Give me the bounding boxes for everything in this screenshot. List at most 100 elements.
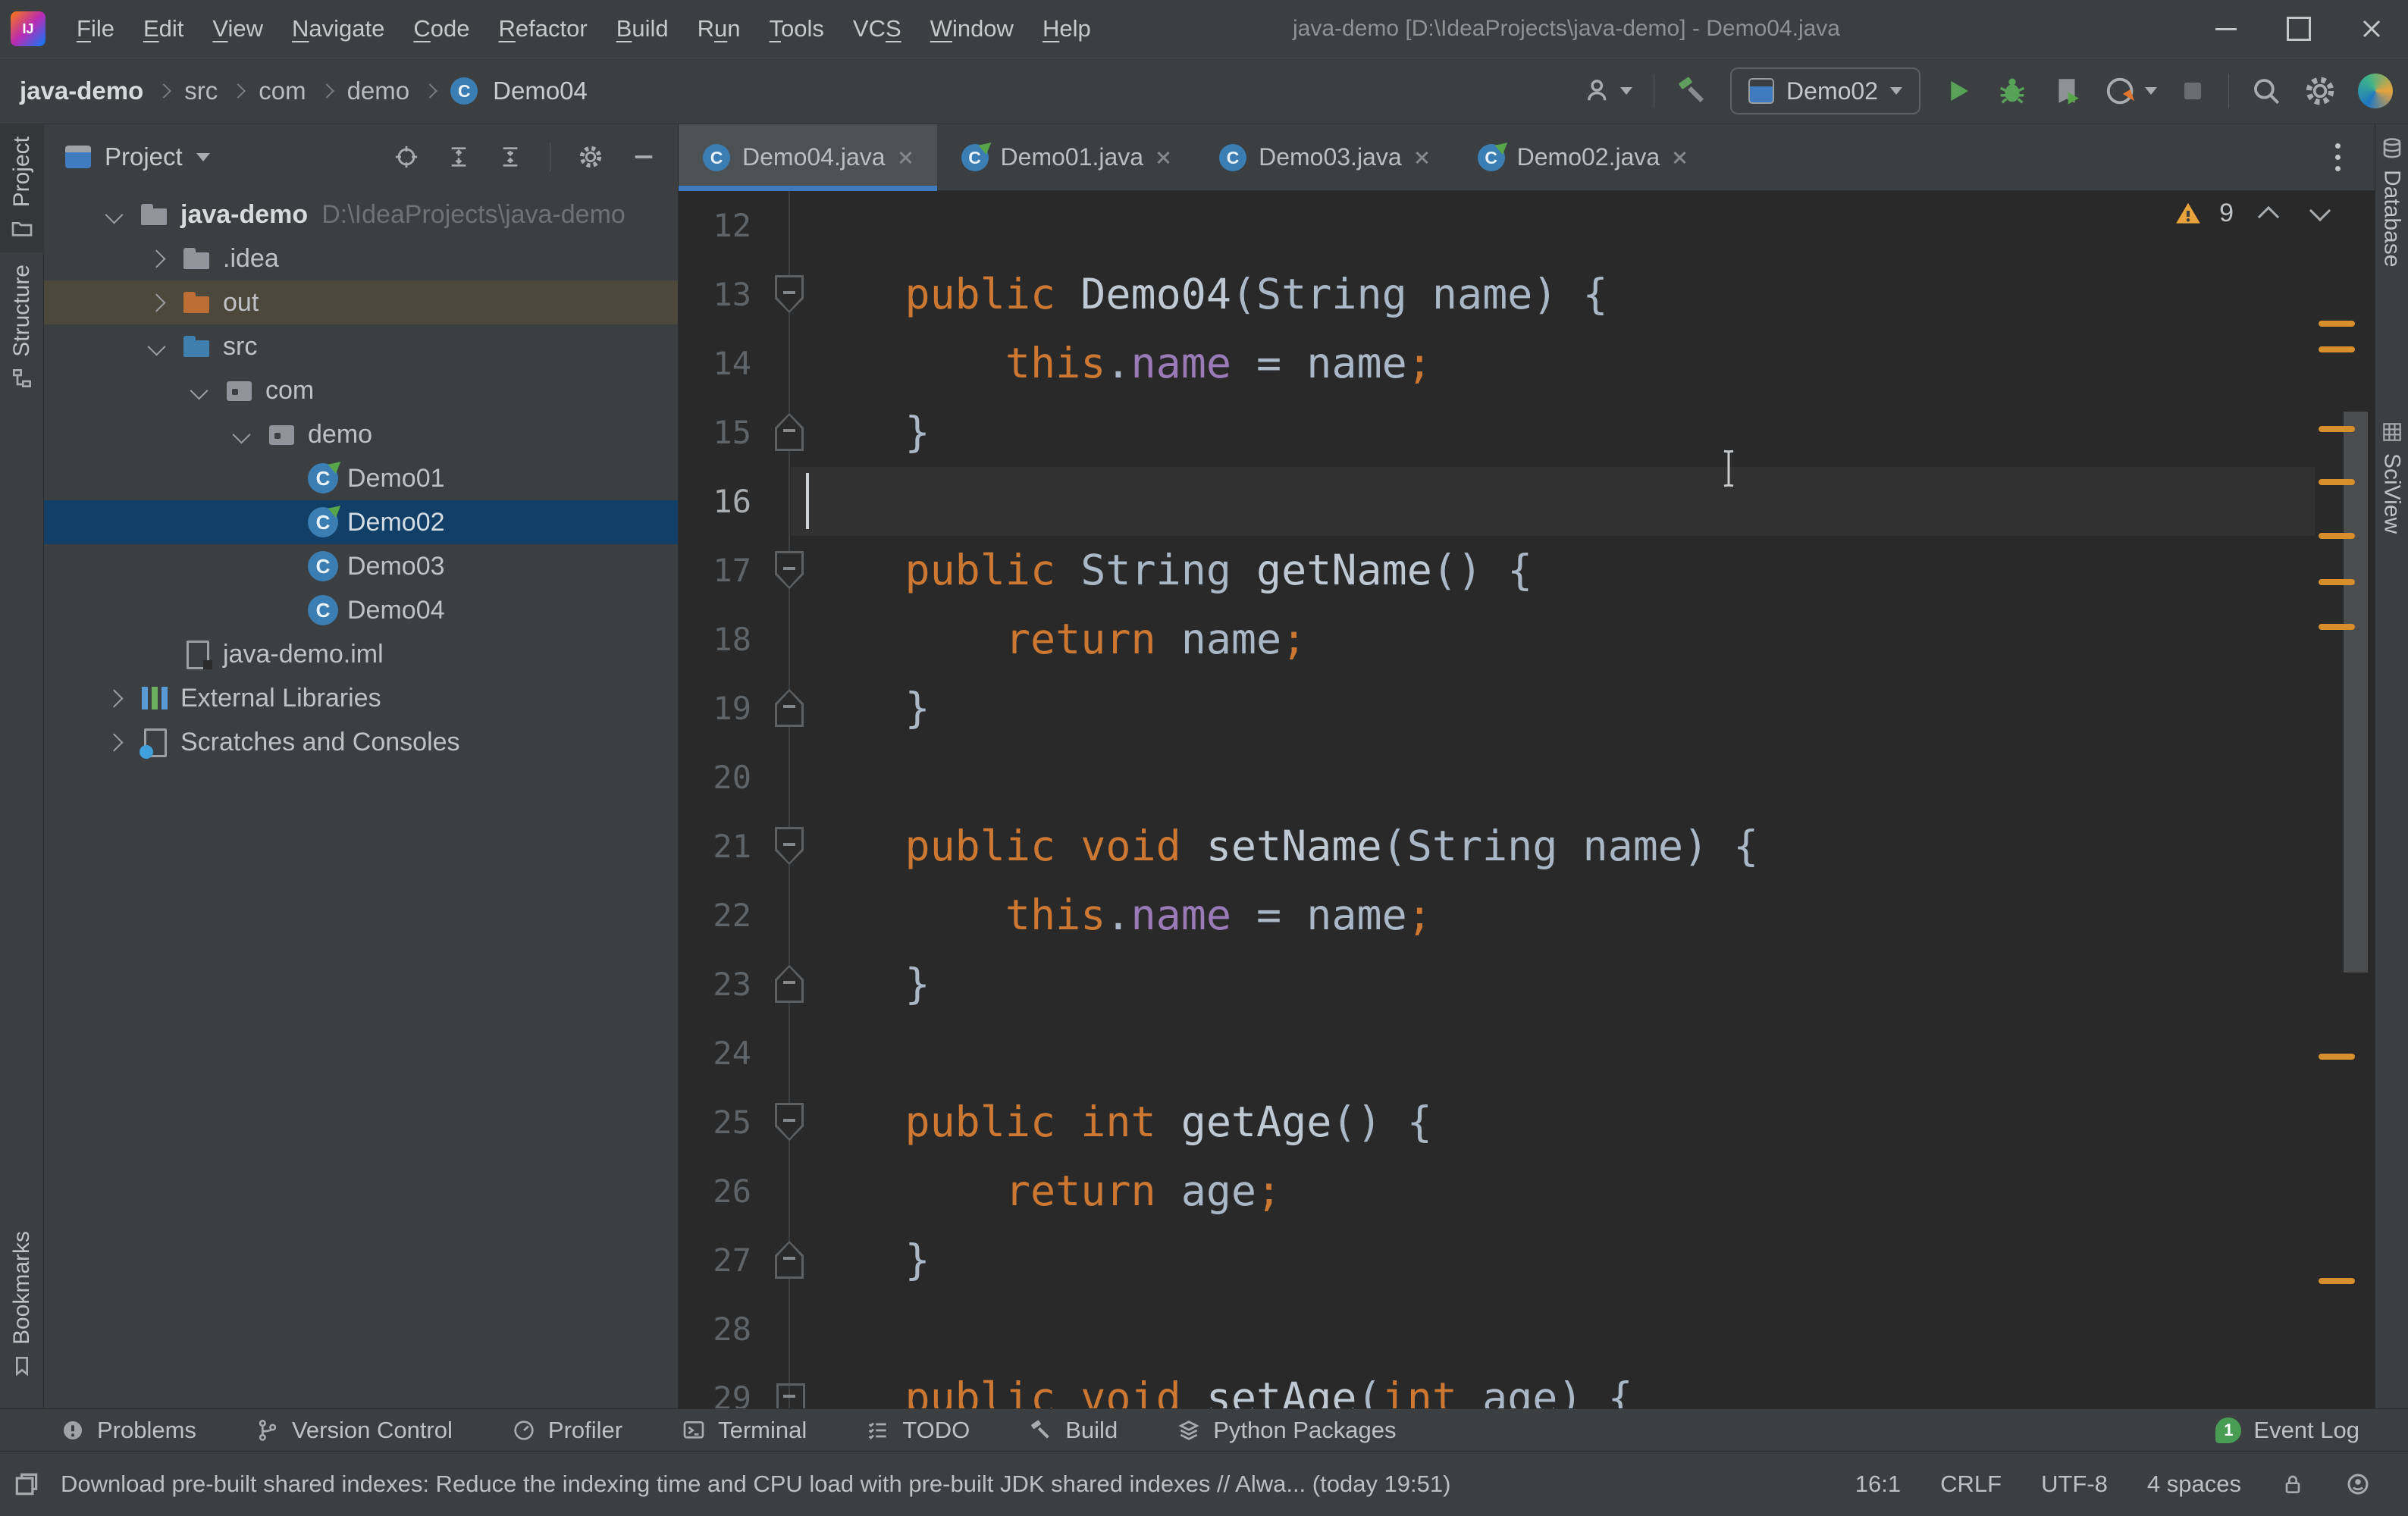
profiler-button[interactable] [2104, 74, 2157, 108]
close-icon[interactable] [1672, 150, 1687, 165]
user-account-button[interactable] [1582, 75, 1632, 107]
gutter-line-number[interactable]: 18 [679, 605, 751, 674]
chevron-down-icon[interactable] [147, 337, 165, 356]
toolwindow-button-problems[interactable]: Problems [61, 1417, 196, 1444]
project-view-title[interactable]: Project [105, 143, 183, 171]
tool-strip-bookmarks[interactable]: Bookmarks [0, 1219, 44, 1390]
tree-row--idea[interactable]: .idea [44, 236, 678, 280]
fold-marker-icon[interactable] [775, 827, 804, 865]
chevron-right-icon[interactable] [105, 733, 123, 751]
code-line[interactable]: this.name = name; [804, 881, 1432, 950]
editor-scrollbar-thumb[interactable] [2344, 412, 2368, 973]
hide-panel-button[interactable] [631, 144, 657, 170]
code-line[interactable]: this.name = name; [804, 329, 1432, 398]
gutter-line-number[interactable]: 17 [679, 536, 751, 605]
toolwindow-button-terminal[interactable]: Terminal [682, 1417, 807, 1444]
gutter-line-number[interactable]: 23 [679, 950, 751, 1019]
lock-icon[interactable] [2281, 1472, 2305, 1496]
tree-row-java-demo[interactable]: java-demoD:\IdeaProjects\java-demo [44, 193, 678, 236]
breadcrumb-item[interactable]: com [259, 77, 306, 105]
tree-row-demo04[interactable]: Demo04 [44, 588, 678, 632]
expand-all-button[interactable] [447, 145, 471, 169]
run-with-coverage-button[interactable] [2051, 75, 2083, 107]
collapse-all-button[interactable] [498, 145, 522, 169]
gutter-line-number[interactable]: 29 [679, 1364, 751, 1408]
warning-stripe-mark[interactable] [2319, 426, 2355, 432]
warning-stripe-mark[interactable] [2319, 479, 2355, 485]
code-line[interactable]: public void setAge(int age) { [804, 1364, 1633, 1408]
tool-strip-sciview[interactable]: SciView [2375, 408, 2408, 546]
gutter-line-number[interactable]: 24 [679, 1019, 751, 1088]
chevron-right-icon[interactable] [147, 249, 165, 268]
chevron-down-icon[interactable] [190, 381, 208, 399]
code-line[interactable]: } [804, 398, 930, 467]
highlighting-level-icon[interactable] [2344, 1471, 2372, 1498]
gutter-line-number[interactable]: 21 [679, 812, 751, 881]
close-icon[interactable] [1414, 150, 1429, 165]
toolwindow-button-profiler[interactable]: Profiler [512, 1417, 622, 1444]
menu-item-window[interactable]: Window [916, 0, 1028, 58]
toolwindow-button-build[interactable]: Build [1029, 1417, 1118, 1444]
gutter-line-number[interactable]: 27 [679, 1226, 751, 1295]
panel-settings-button[interactable] [578, 144, 604, 170]
code-line[interactable]: return name; [804, 605, 1306, 674]
tab-demo03-java[interactable]: Demo03.java [1195, 124, 1453, 191]
code-editor[interactable]: 9 1213 public Demo04(String name) {14 th… [679, 191, 2375, 1408]
toolwindow-button-version-control[interactable]: Version Control [256, 1417, 453, 1444]
gutter-line-number[interactable]: 20 [679, 743, 751, 812]
fold-marker-icon[interactable] [775, 689, 804, 727]
gutter-line-number[interactable]: 22 [679, 881, 751, 950]
tree-row-out[interactable]: out [44, 280, 678, 324]
tree-row-scratches-and-consoles[interactable]: Scratches and Consoles [44, 720, 678, 764]
settings-gear-button[interactable] [2303, 74, 2337, 108]
tab-demo02-java[interactable]: Demo02.java [1453, 124, 1712, 191]
status-widget-utf-8[interactable]: UTF-8 [2041, 1471, 2108, 1498]
profile-avatar-icon[interactable] [2358, 74, 2393, 108]
fold-marker-icon[interactable] [775, 1103, 804, 1141]
menu-item-tools[interactable]: Tools [755, 0, 839, 58]
tool-window-switcher-icon[interactable] [12, 1470, 41, 1499]
tree-row-java-demo-iml[interactable]: java-demo.iml [44, 632, 678, 676]
menu-item-build[interactable]: Build [602, 0, 683, 58]
warning-stripe-mark[interactable] [2319, 624, 2355, 630]
tree-row-demo02[interactable]: Demo02 [44, 500, 678, 544]
warning-stripe-mark[interactable] [2319, 346, 2355, 352]
code-line[interactable]: } [804, 674, 930, 743]
gutter-line-number[interactable]: 15 [679, 398, 751, 467]
breadcrumb-leaf[interactable]: Demo04 [493, 77, 588, 105]
breadcrumb-item[interactable]: java-demo [20, 77, 143, 105]
tab-demo01-java[interactable]: Demo01.java [937, 124, 1196, 191]
status-widget-4-spaces[interactable]: 4 spaces [2147, 1471, 2241, 1498]
minimize-button[interactable] [2190, 0, 2262, 58]
warning-stripe-mark[interactable] [2319, 579, 2355, 585]
status-widget-crlf[interactable]: CRLF [1940, 1471, 2002, 1498]
close-button[interactable] [2335, 0, 2408, 58]
chevron-down-icon[interactable] [232, 425, 250, 443]
menu-item-refactor[interactable]: Refactor [484, 0, 602, 58]
search-everywhere-button[interactable] [2250, 75, 2282, 107]
code-line[interactable]: public int getAge() { [804, 1088, 1432, 1157]
gutter-line-number[interactable]: 16 [679, 467, 751, 536]
gutter-line-number[interactable]: 14 [679, 329, 751, 398]
warning-stripe-mark[interactable] [2319, 1278, 2355, 1284]
tree-row-demo01[interactable]: Demo01 [44, 456, 678, 500]
code-line[interactable]: public Demo04(String name) { [804, 260, 1608, 329]
warning-stripe-mark[interactable] [2319, 321, 2355, 327]
warning-stripe-mark[interactable] [2319, 1054, 2355, 1060]
menu-item-navigate[interactable]: Navigate [277, 0, 399, 58]
tool-strip-structure[interactable]: Structure [0, 252, 44, 402]
code-line[interactable]: public void setName(String name) { [804, 812, 1758, 881]
gutter-line-number[interactable]: 26 [679, 1157, 751, 1226]
menu-item-run[interactable]: Run [683, 0, 755, 58]
prev-warning-button[interactable] [2258, 205, 2279, 227]
menu-item-vcs[interactable]: VCS [839, 0, 916, 58]
event-log-button[interactable]: 1 Event Log [2215, 1417, 2359, 1444]
code-line[interactable]: } [804, 950, 930, 1019]
toolwindow-button-python-packages[interactable]: Python Packages [1177, 1417, 1396, 1444]
toolwindow-button-todo[interactable]: TODO [866, 1417, 970, 1444]
next-warning-button[interactable] [2309, 199, 2331, 221]
code-line[interactable]: public String getName() { [804, 536, 1532, 605]
run-button[interactable] [1942, 75, 1974, 107]
status-message[interactable]: Download pre-built shared indexes: Reduc… [61, 1471, 1450, 1498]
tool-strip-project[interactable]: Project [0, 124, 44, 252]
